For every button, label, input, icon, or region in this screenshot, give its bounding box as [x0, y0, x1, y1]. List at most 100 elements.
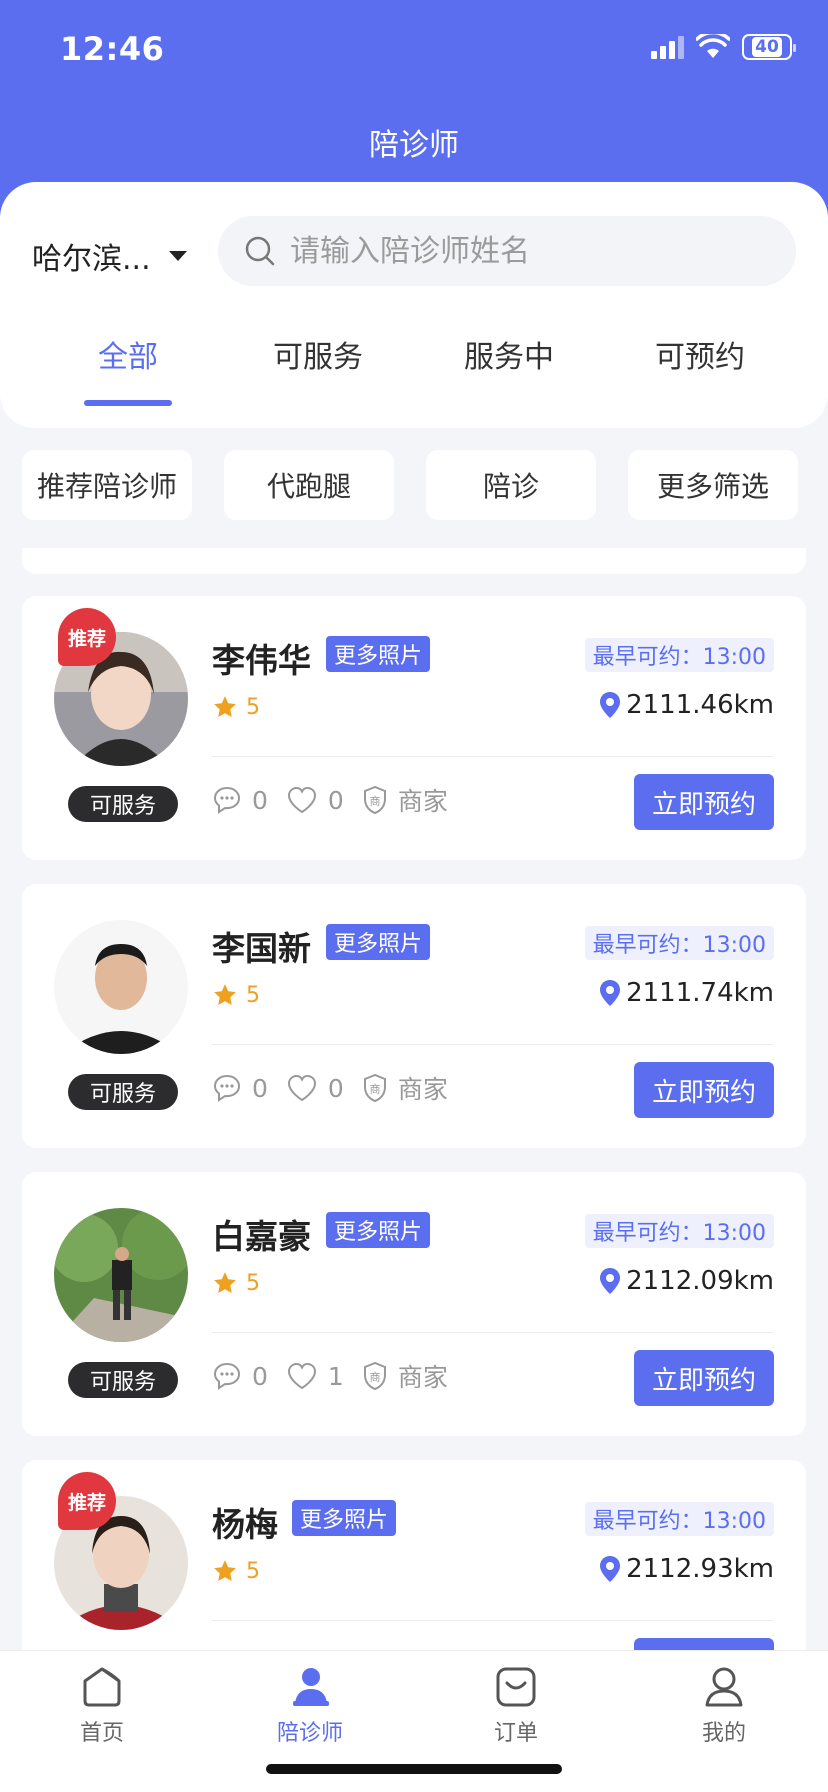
book-now-button[interactable]: 立即预约	[634, 774, 774, 830]
rating: 5	[212, 694, 260, 720]
companion-icon	[293, 1668, 329, 1706]
heart-icon	[287, 1074, 316, 1102]
card-stats: 0 0 商 商家	[212, 782, 466, 818]
book-now-button[interactable]: 立即预约	[634, 1350, 774, 1406]
book-now-button[interactable]: 立即预约	[634, 1062, 774, 1118]
merchant-tag: 商 商家	[362, 1358, 448, 1394]
earliest-time: 最早可约：13:00	[584, 926, 774, 960]
companion-name: 李伟华	[212, 641, 311, 680]
rating-value: 5	[246, 1270, 260, 1296]
distance: 2112.93km	[598, 1554, 774, 1584]
city-selector[interactable]: 哈尔滨...	[32, 234, 187, 278]
order-icon	[496, 1667, 536, 1707]
heart-icon	[287, 1362, 316, 1390]
companion-card[interactable]: 可服务 白嘉豪 更多照片 最早可约：13:00 5 2112.09km 0 1 …	[22, 1172, 806, 1436]
comment-icon	[213, 1362, 241, 1390]
tabbar-companion[interactable]: 陪诊师	[250, 1665, 370, 1747]
tab-all[interactable]: 全部	[98, 332, 158, 376]
location-pin-icon	[600, 692, 621, 718]
companion-card[interactable]: 可服务 李国新 更多照片 最早可约：13:00 5 2111.74km 0 0 …	[22, 884, 806, 1148]
signal-icon	[651, 35, 684, 59]
companion-name: 白嘉豪	[212, 1217, 311, 1256]
companion-card[interactable]: 推荐 可服务 李伟华 更多照片 最早可约：13:00 5 2111.46km 0…	[22, 596, 806, 860]
comment-stat[interactable]: 0	[212, 1361, 268, 1391]
tab-available[interactable]: 可服务	[273, 332, 363, 376]
star-icon	[214, 696, 236, 717]
tabbar-label: 陪诊师	[276, 1721, 343, 1746]
page-title: 陪诊师	[369, 128, 459, 163]
home-indicator	[266, 1764, 562, 1774]
star-icon	[214, 984, 236, 1005]
divider	[212, 1044, 774, 1045]
recommend-badge: 推荐	[58, 608, 116, 666]
svg-text:商: 商	[369, 1370, 380, 1384]
more-photos-button[interactable]: 更多照片	[326, 1212, 431, 1248]
filter-chips: 推荐陪诊师 代跑腿 陪诊 更多筛选	[22, 450, 806, 520]
filter-recommended[interactable]: 推荐陪诊师	[22, 450, 192, 520]
comment-icon	[213, 1074, 241, 1102]
like-stat[interactable]: 1	[286, 1361, 344, 1391]
like-count: 0	[327, 1073, 344, 1103]
like-stat[interactable]: 0	[286, 1073, 344, 1103]
recommend-badge: 推荐	[58, 1472, 116, 1530]
location-pin-icon	[600, 1268, 621, 1294]
list-top-edge	[22, 548, 806, 574]
divider	[212, 1620, 774, 1621]
avatar[interactable]	[54, 1208, 188, 1342]
card-stats: 0 0 商 商家	[212, 1070, 466, 1106]
distance-value: 2111.74km	[626, 978, 774, 1008]
distance: 2111.46km	[598, 690, 774, 720]
tab-in-service[interactable]: 服务中	[464, 332, 554, 376]
tabbar-label: 订单	[493, 1721, 538, 1746]
more-photos-button[interactable]: 更多照片	[326, 924, 431, 960]
filter-errand[interactable]: 代跑腿	[224, 450, 394, 520]
merchant-label: 商家	[397, 787, 448, 816]
comment-count: 0	[252, 785, 268, 815]
comment-stat[interactable]: 0	[212, 1073, 268, 1103]
rating: 5	[212, 1270, 260, 1296]
comment-count: 0	[252, 1361, 268, 1391]
rating-value: 5	[246, 1558, 260, 1584]
location-pin-icon	[600, 980, 621, 1006]
more-photos-button[interactable]: 更多照片	[326, 636, 431, 672]
divider	[212, 756, 774, 757]
tabbar-label: 我的	[701, 1721, 746, 1746]
distance-value: 2112.93km	[626, 1554, 774, 1584]
profile-icon	[705, 1667, 743, 1707]
star-icon	[214, 1272, 236, 1293]
active-tab-indicator	[84, 400, 172, 406]
card-stats: 0 1 商 商家	[212, 1358, 466, 1394]
tabbar-profile[interactable]: 我的	[664, 1665, 784, 1747]
status-badge: 可服务	[68, 1074, 178, 1110]
companion-name: 杨梅	[212, 1505, 278, 1544]
shield-icon: 商	[363, 1073, 386, 1103]
svg-text:商: 商	[369, 1082, 380, 1096]
tabbar-home[interactable]: 首页	[42, 1665, 162, 1747]
like-stat[interactable]: 0	[286, 785, 344, 815]
heart-icon	[287, 786, 316, 814]
battery-level: 40	[752, 37, 782, 57]
earliest-time: 最早可约：13:00	[584, 638, 774, 672]
tabbar-orders[interactable]: 订单	[456, 1665, 576, 1747]
more-photos-button[interactable]: 更多照片	[292, 1500, 397, 1536]
search-input[interactable]	[290, 233, 770, 269]
earliest-time: 最早可约：13:00	[584, 1502, 774, 1536]
search-box[interactable]	[218, 216, 796, 286]
filter-escort[interactable]: 陪诊	[426, 450, 596, 520]
merchant-tag: 商 商家	[362, 1070, 448, 1106]
distance-value: 2112.09km	[626, 1266, 774, 1296]
avatar[interactable]	[54, 920, 188, 1054]
battery-icon: 40	[742, 34, 796, 60]
divider	[212, 1332, 774, 1333]
rating: 5	[212, 982, 260, 1008]
merchant-label: 商家	[397, 1075, 448, 1104]
comment-stat[interactable]: 0	[212, 785, 268, 815]
header-card: 哈尔滨... 全部 可服务 服务中 可预约	[0, 182, 828, 428]
search-icon	[245, 236, 275, 266]
filter-more[interactable]: 更多筛选	[628, 450, 798, 520]
tab-bookable[interactable]: 可预约	[655, 332, 745, 376]
distance: 2112.09km	[598, 1266, 774, 1296]
like-count: 1	[327, 1361, 344, 1391]
status-icons: 40	[651, 34, 796, 60]
shield-icon: 商	[363, 1361, 386, 1391]
